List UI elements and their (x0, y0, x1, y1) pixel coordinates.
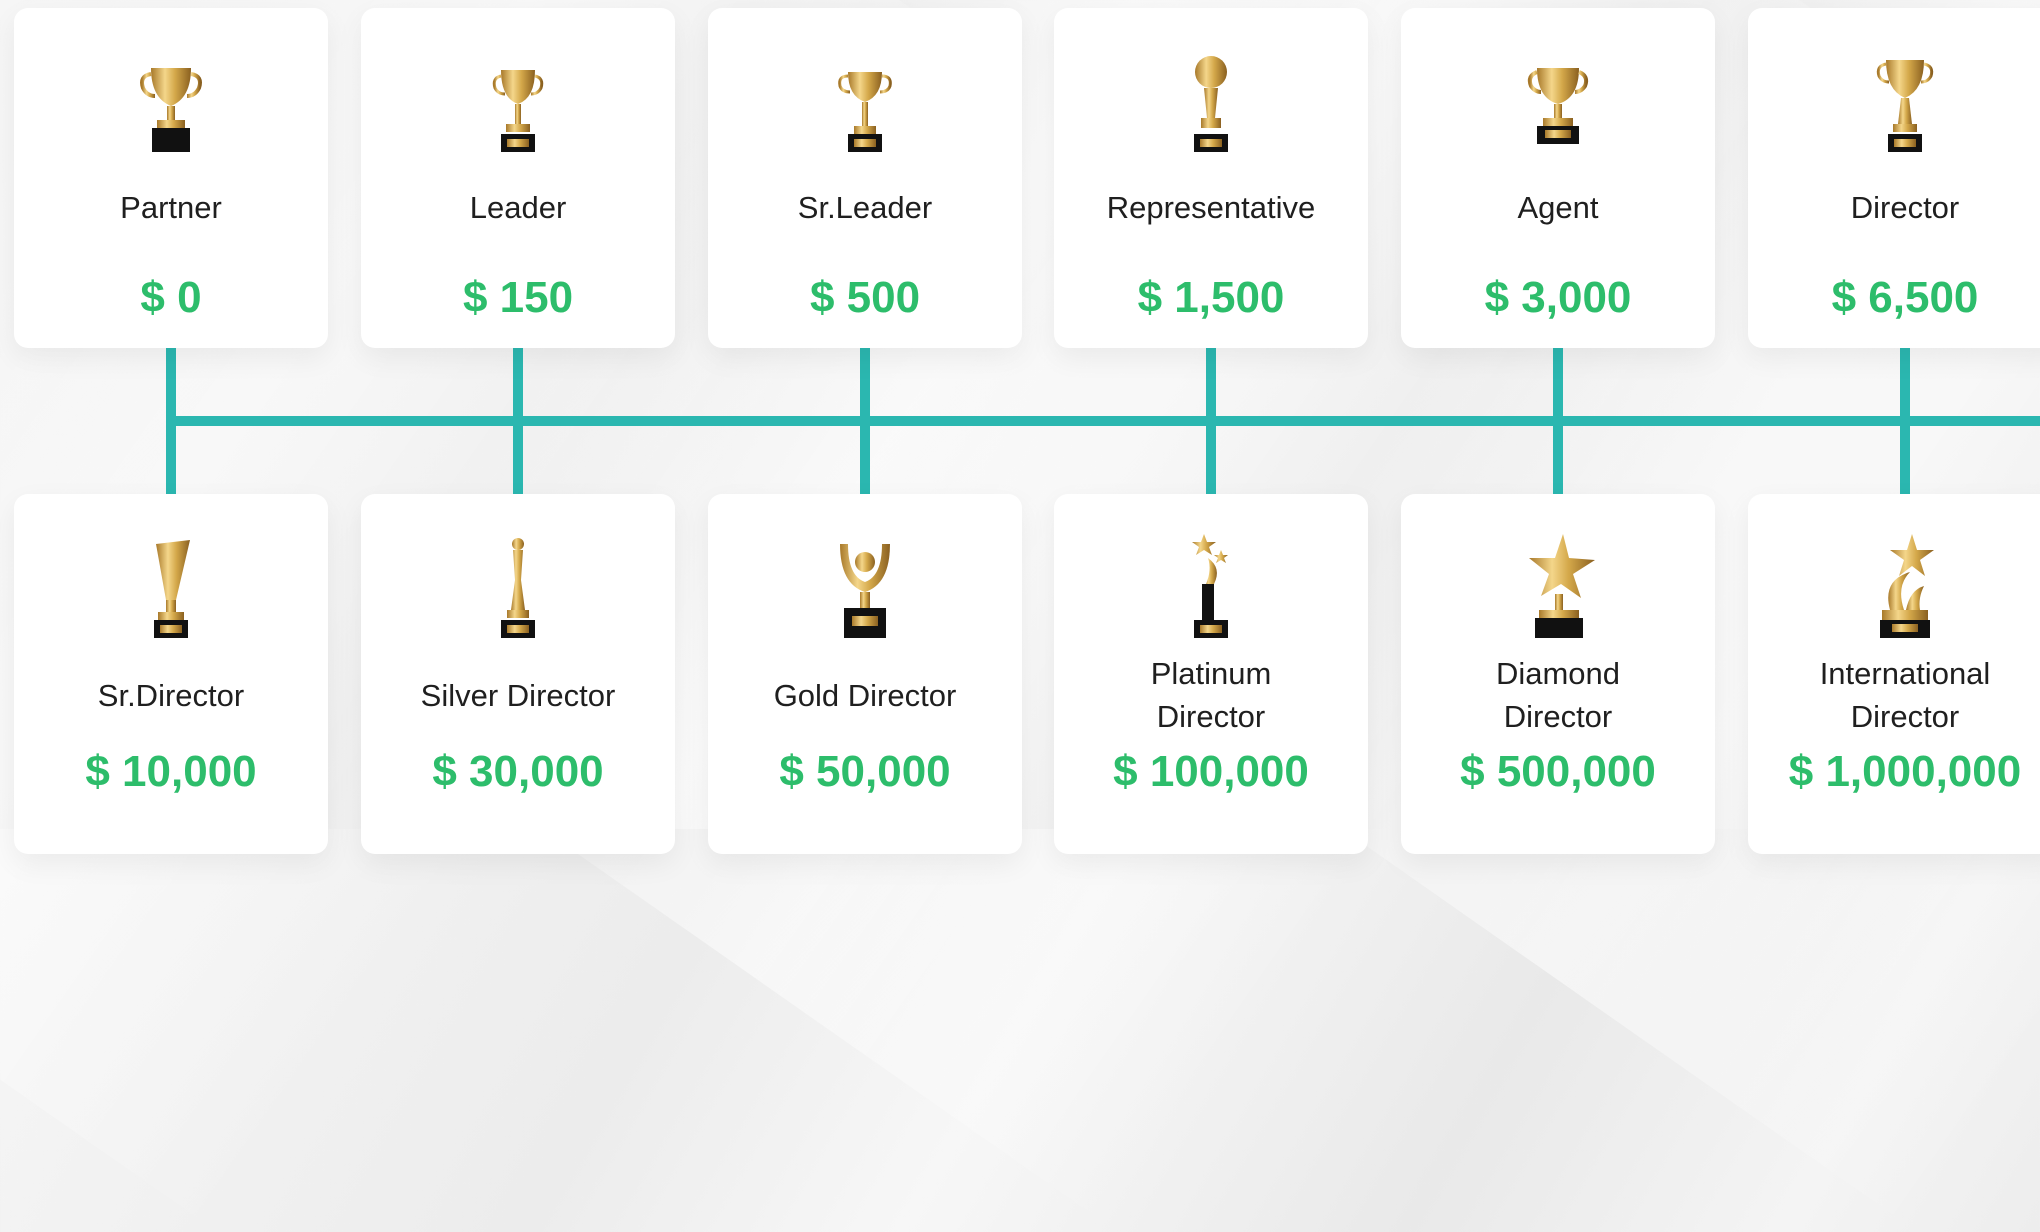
rank-title: Representative (1106, 190, 1316, 225)
rank-card-diamond-director: Diamond Director $ 500,000 (1401, 494, 1715, 854)
rank-card-silver-director: Silver Director $ 30,000 (361, 494, 675, 854)
trophy-cup-icon (126, 38, 216, 158)
rank-card-sr-leader: Sr.Leader $ 500 (708, 8, 1022, 348)
rank-amount: $ 3,000 (1484, 273, 1632, 322)
rank-amount: $ 500 (809, 273, 921, 322)
trophy-cup-icon (1860, 38, 1950, 158)
trophy-stars-icon (1166, 524, 1256, 644)
trophy-figure-icon (473, 524, 563, 644)
rank-card-representative: Representative $ 1,500 (1054, 8, 1368, 348)
rank-title: Agent (1517, 190, 1599, 225)
rank-amount: $ 10,000 (85, 747, 257, 796)
trophy-star-swirl-icon (1860, 524, 1950, 644)
rank-amount: $ 6,500 (1831, 273, 1979, 322)
rank-card-partner: Partner $ 0 (14, 8, 328, 348)
rank-title-text: Sr.Director (97, 677, 245, 713)
rank-title-text: Gold Director (773, 677, 957, 713)
rank-title: Silver Director (371, 652, 665, 738)
rank-title: Platinum Director (1064, 652, 1358, 738)
rank-card-platinum-director: Platinum Director $ 100,000 (1054, 494, 1368, 854)
rank-card-leader: Leader $ 150 (361, 8, 675, 348)
rank-amount: $ 500,000 (1460, 747, 1656, 796)
rank-title: Diamond Director (1411, 652, 1705, 738)
rank-title: Sr.Director (24, 652, 318, 738)
rank-card-gold-director: Gold Director $ 50,000 (708, 494, 1022, 854)
rank-card-sr-director: Sr.Director $ 10,000 (14, 494, 328, 854)
rank-title: Director (1850, 190, 1960, 225)
rank-amount: $ 50,000 (779, 747, 951, 796)
rank-title: Partner (120, 190, 222, 225)
rank-amount: $ 150 (462, 273, 574, 322)
trophy-bowl-icon (820, 524, 910, 644)
rank-title-text: Platinum Director (1150, 656, 1272, 734)
rank-title-text: Silver Director (420, 677, 616, 713)
rank-amount: $ 1,000,000 (1788, 747, 2022, 796)
trophy-star-icon (1513, 524, 1603, 644)
rank-title-text: International Director (1819, 656, 1991, 734)
trophy-cone-icon (126, 524, 216, 644)
rank-card-director: Director $ 6,500 (1748, 8, 2040, 348)
rank-amount: $ 0 (140, 273, 202, 322)
trophy-cup-icon (473, 38, 563, 158)
rank-title-text: Diamond Director (1495, 656, 1621, 734)
rank-title: Leader (469, 190, 567, 225)
rank-amount: $ 100,000 (1113, 747, 1309, 796)
trophy-globe-icon (1166, 38, 1256, 158)
rank-card-international-director: International Director $ 1,000,000 (1748, 494, 2040, 854)
rank-amount: $ 1,500 (1137, 273, 1285, 322)
rank-title: Sr.Leader (797, 190, 933, 225)
rank-title: International Director (1758, 652, 2040, 738)
trophy-cup-icon (1513, 38, 1603, 158)
rank-amount: $ 30,000 (432, 747, 604, 796)
trophy-cup-icon (820, 38, 910, 158)
rank-title: Gold Director (718, 652, 1012, 738)
rank-card-agent: Agent $ 3,000 (1401, 8, 1715, 348)
